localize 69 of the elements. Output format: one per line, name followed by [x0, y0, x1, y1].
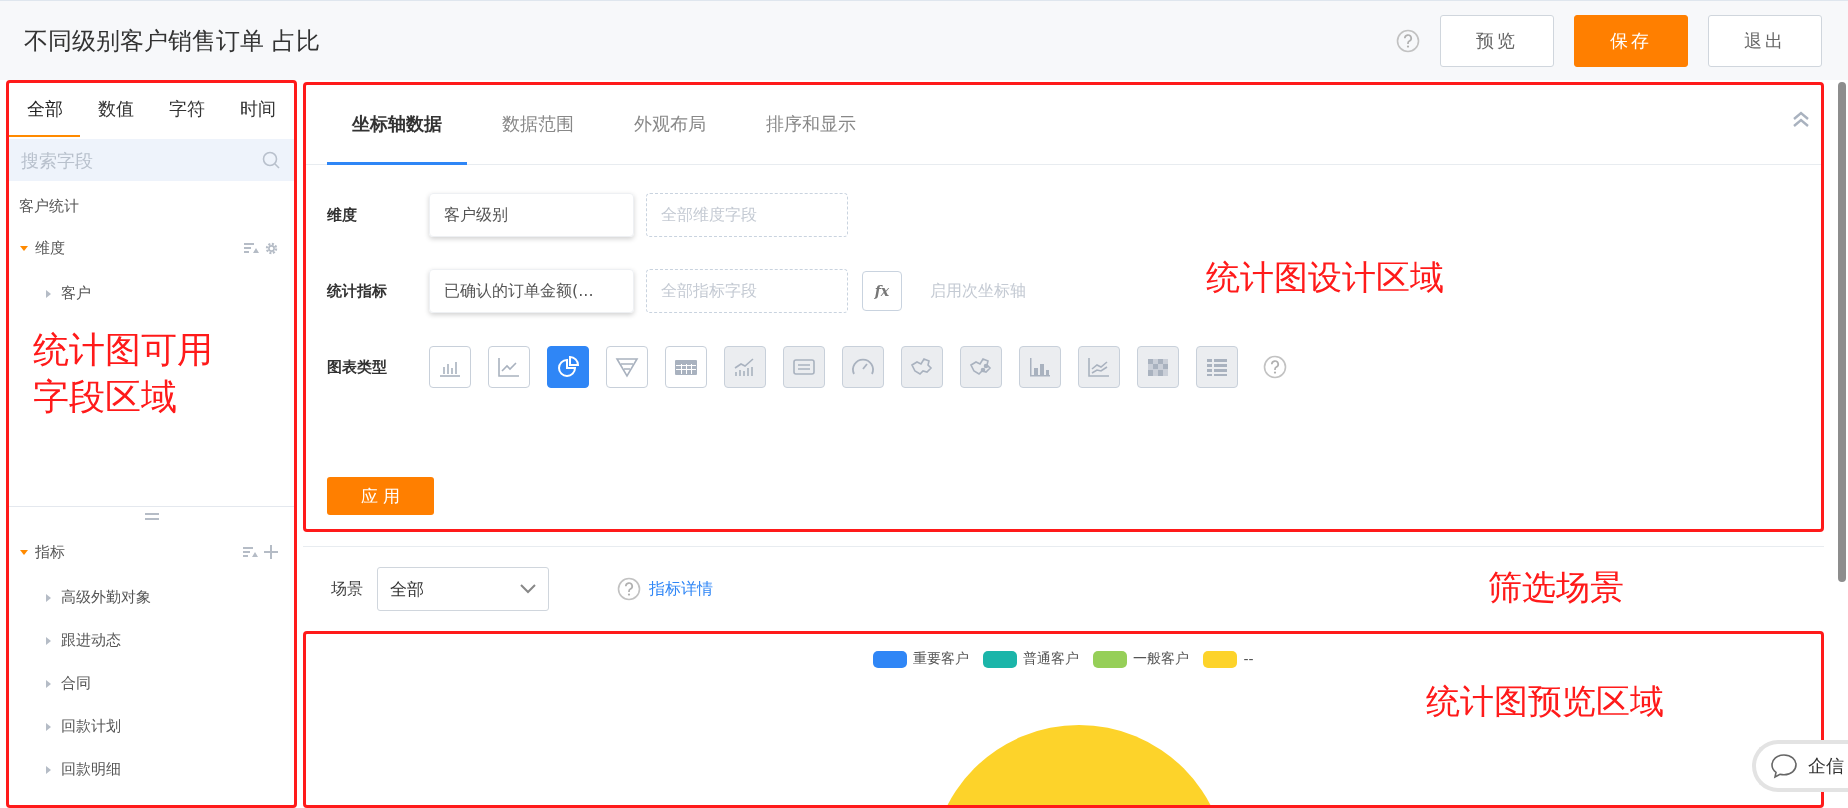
legend-swatch[interactable] [873, 650, 908, 668]
group-title: 客户统计 [18, 196, 80, 216]
metric-details-link[interactable]: 指标详情 [649, 578, 713, 600]
design-tab[interactable]: 坐标轴数据 [327, 85, 467, 165]
design-tab[interactable]: 数据范围 [477, 85, 599, 165]
annotation-label: 统计图可用字段区域 [33, 328, 214, 419]
legend-label[interactable]: 普通客户 [1023, 650, 1080, 668]
sort-icon[interactable] [243, 546, 258, 558]
row-label: 统计指标 [327, 281, 388, 301]
chart-type-button[interactable] [429, 346, 471, 388]
header-button[interactable]: 退出 [1708, 14, 1822, 67]
chart-type-button[interactable] [488, 346, 530, 388]
field-type-tab[interactable]: 全部 [9, 83, 81, 137]
row-label: 图表类型 [327, 357, 388, 377]
help-icon[interactable] [617, 577, 641, 601]
legend-label[interactable]: 一般客户 [1133, 650, 1190, 668]
row-label: 维度 [327, 205, 358, 225]
header-button[interactable]: 预览 [1440, 14, 1554, 67]
chat-widget[interactable]: 企信 [1752, 740, 1848, 792]
field-item[interactable]: 合同 [61, 674, 91, 693]
pie-chart-icon [555, 354, 581, 380]
formula-button[interactable]: fx [862, 271, 902, 311]
annotation-label: 统计图设计区域 [1206, 256, 1444, 299]
search-icon[interactable] [262, 151, 280, 169]
drag-handle-icon[interactable] [144, 513, 159, 520]
field-type-tab[interactable]: 时间 [222, 83, 294, 137]
design-tab[interactable]: 外观布局 [609, 85, 731, 165]
settings-icon[interactable] [265, 241, 278, 255]
chart-type-button[interactable] [665, 346, 707, 388]
expanded-caret-icon[interactable] [19, 243, 29, 253]
collapsed-caret-icon[interactable] [43, 764, 53, 775]
page-title: 不同级别客户销售订单 占比 [24, 25, 321, 57]
annotation-label: 筛选场景 [1488, 566, 1624, 609]
field-type-tab[interactable]: 字符 [151, 83, 223, 137]
collapsed-caret-icon[interactable] [43, 635, 53, 646]
collapsed-caret-icon[interactable] [43, 592, 53, 603]
field-item[interactable]: 跟进动态 [61, 631, 121, 650]
collapsed-caret-icon[interactable] [43, 678, 53, 689]
legend-label[interactable]: -- [1243, 651, 1254, 667]
chat-bubble-icon [1770, 753, 1798, 779]
field-type-tab[interactable]: 数值 [80, 83, 152, 137]
metric-chip[interactable]: 已确认的订单金额(... [429, 269, 634, 313]
collapse-icon[interactable] [1791, 109, 1811, 129]
section-title[interactable]: 指标 [35, 542, 243, 562]
field-item[interactable]: 高级外勤对象 [61, 588, 151, 607]
sort-icon[interactable] [244, 242, 259, 254]
chevron-down-icon [520, 584, 536, 594]
legend-swatch[interactable] [1093, 650, 1128, 668]
field-item[interactable]: 回款计划 [61, 717, 121, 736]
expanded-caret-icon[interactable] [19, 547, 29, 557]
legend-swatch[interactable] [983, 650, 1018, 668]
scene-select[interactable]: 全部 [377, 567, 549, 611]
chart-type-button[interactable] [606, 346, 648, 388]
field-item[interactable]: 客户 [61, 284, 91, 303]
section-title[interactable]: 维度 [35, 238, 244, 258]
collapsed-caret-icon[interactable] [43, 721, 53, 732]
collapsed-caret-icon[interactable] [43, 288, 53, 299]
scrollbar-thumb[interactable] [1838, 82, 1846, 582]
legend-label[interactable]: 重要客户 [913, 650, 970, 668]
help-icon[interactable] [1396, 28, 1420, 53]
design-tab[interactable]: 排序和显示 [741, 85, 881, 165]
scene-label: 场景 [331, 578, 363, 600]
help-icon[interactable] [1263, 355, 1287, 379]
field-item[interactable]: 回款明细 [61, 760, 121, 779]
legend-swatch[interactable] [1203, 650, 1238, 668]
chart-type-button[interactable] [547, 346, 589, 388]
dimension-chip[interactable]: 客户级别 [429, 193, 634, 237]
add-icon[interactable] [264, 545, 278, 559]
annotation-label: 统计图预览区域 [1426, 680, 1664, 723]
